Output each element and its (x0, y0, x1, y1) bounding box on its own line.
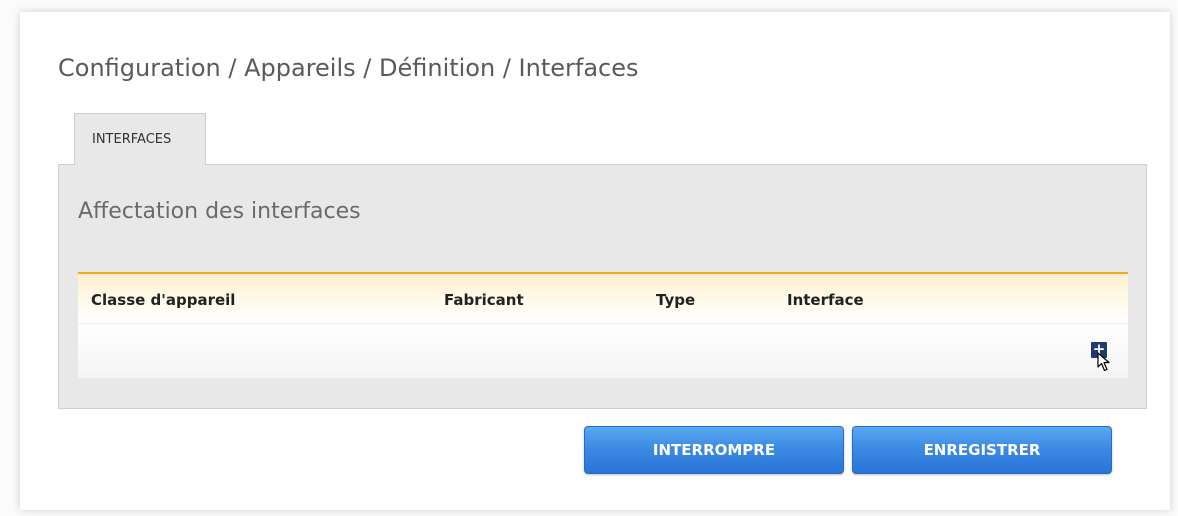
tab-interfaces[interactable]: INTERFACES (74, 113, 206, 165)
column-header-type[interactable]: Type (656, 291, 695, 309)
tab-interfaces-label: INTERFACES (92, 132, 172, 147)
cancel-button[interactable]: INTERROMPRE (584, 426, 844, 474)
interfaces-table: Classe d'appareil Fabricant Type Interfa… (78, 272, 1128, 378)
table-header: Classe d'appareil Fabricant Type Interfa… (78, 272, 1128, 324)
tab-content-panel: Affectation des interfaces Classe d'appa… (58, 164, 1147, 409)
section-title: Affectation des interfaces (78, 199, 361, 224)
breadcrumb: Configuration / Appareils / Définition /… (58, 54, 639, 82)
column-header-manufacturer[interactable]: Fabricant (444, 291, 524, 309)
table-add-row: + (78, 324, 1128, 378)
mouse-cursor-icon (1097, 352, 1110, 372)
column-header-interface[interactable]: Interface (787, 291, 864, 309)
page-background: Configuration / Appareils / Définition /… (0, 0, 1178, 516)
column-header-device-class[interactable]: Classe d'appareil (91, 291, 235, 309)
save-button[interactable]: ENREGISTRER (852, 426, 1112, 474)
